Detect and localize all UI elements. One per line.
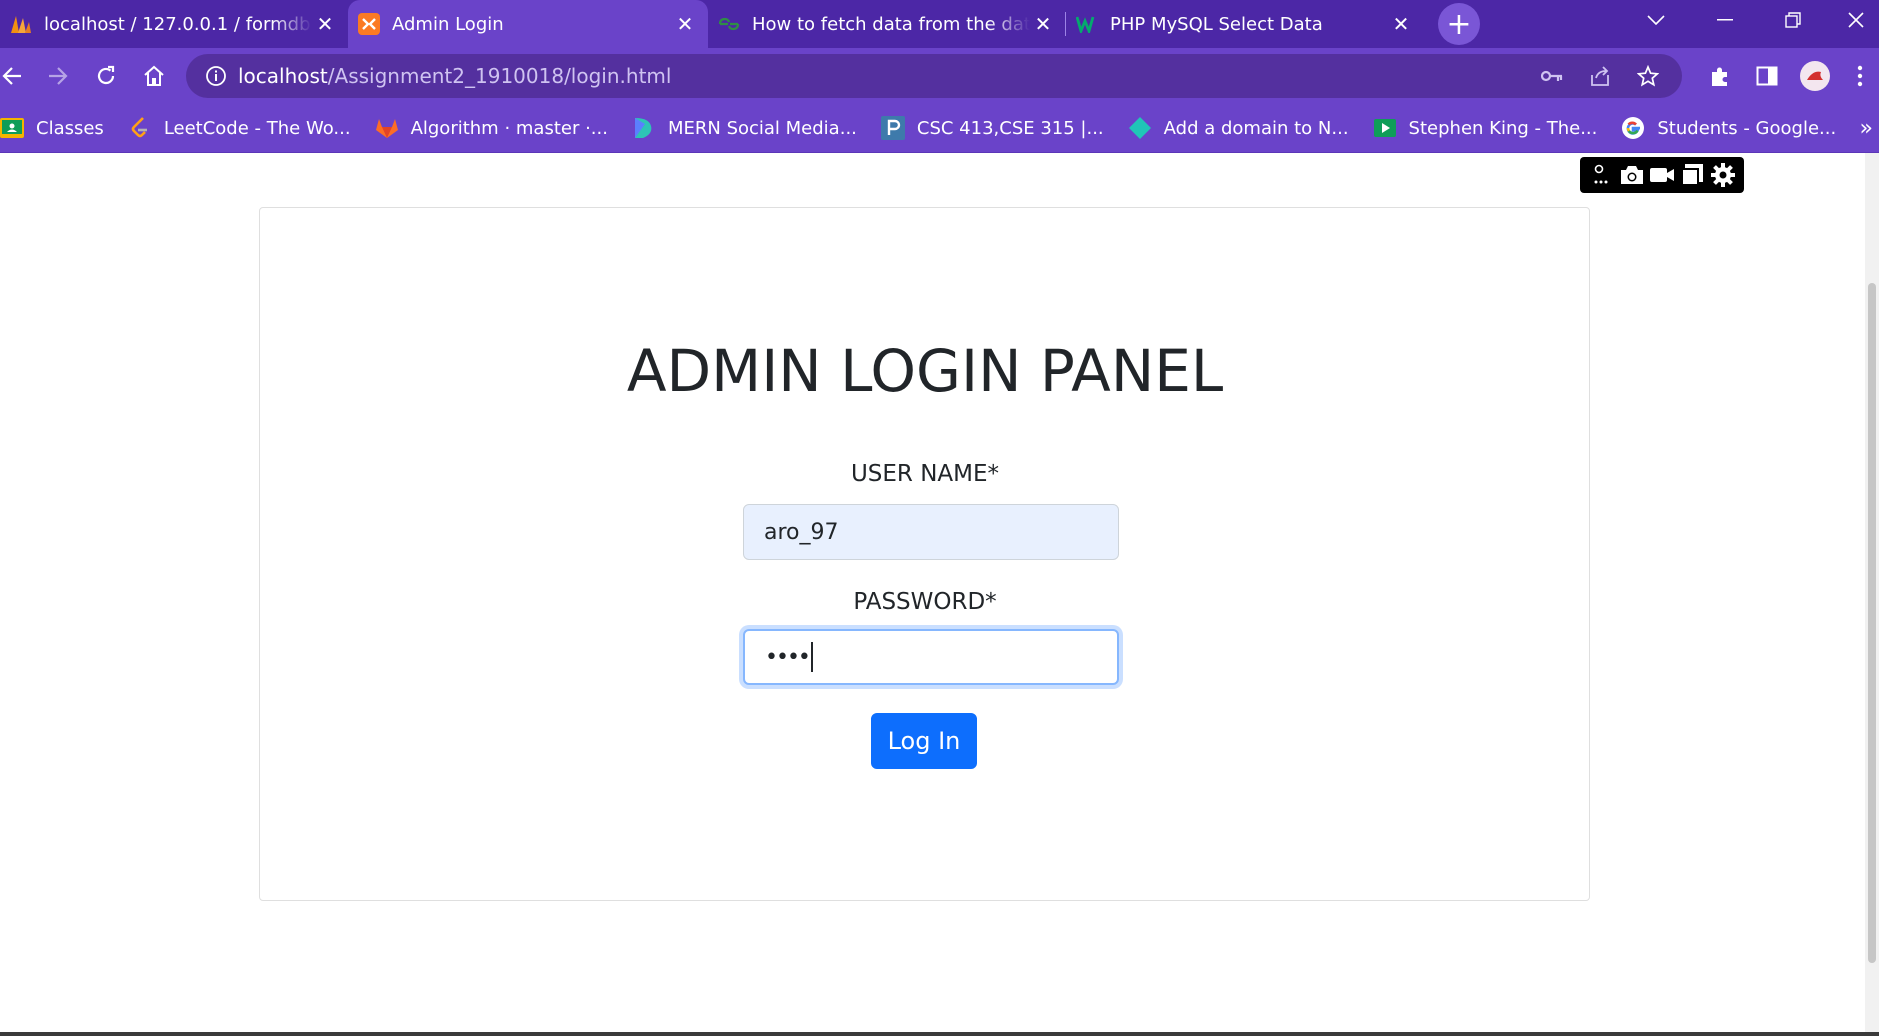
key-icon[interactable] (1528, 69, 1576, 83)
bookmark-netlify[interactable]: Add a domain to N... (1128, 116, 1349, 140)
username-input[interactable]: aro_97 (743, 504, 1119, 560)
scrollbar-thumb[interactable] (1868, 283, 1876, 963)
copy-icon[interactable] (1678, 161, 1706, 189)
browser-toolbar: localhost/Assignment2_1910018/login.html (0, 48, 1879, 104)
password-mask: •••• (765, 644, 811, 670)
gitlab-icon (375, 116, 399, 140)
bookmark-label: Stephen King - The... (1408, 117, 1598, 139)
bookmark-label: Add a domain to N... (1163, 117, 1349, 139)
w3schools-icon (1076, 13, 1098, 35)
google-classroom-icon (0, 116, 24, 140)
bookmark-mern[interactable]: MERN Social Media... (632, 116, 857, 140)
minimize-icon[interactable] (1697, 0, 1753, 40)
bookmark-label: Students - Google... (1657, 117, 1837, 139)
close-icon[interactable]: ✕ (672, 12, 698, 36)
tab-strip: localhost / 127.0.0.1 / formdb / c ✕ Adm… (0, 0, 1879, 48)
taskbar-edge (0, 1032, 1879, 1036)
close-icon[interactable]: ✕ (312, 12, 338, 36)
bookmark-csc413[interactable]: CSC 413,CSE 315 |... (880, 116, 1104, 140)
bookmarks-overflow-button[interactable]: » (1860, 116, 1873, 141)
site-info-icon[interactable] (194, 65, 238, 87)
new-tab-button[interactable]: + (1438, 3, 1480, 45)
login-button[interactable]: Log In (871, 713, 977, 769)
username-label: USER NAME* (850, 461, 1000, 487)
password-input[interactable]: •••• (743, 629, 1119, 685)
phpmyadmin-icon (10, 13, 32, 35)
tab-geeksforgeeks[interactable]: How to fetch data from the datal ✕ (708, 0, 1066, 48)
page-content: ADMIN LOGIN PANEL USER NAME* aro_97 PASS… (0, 153, 1879, 1036)
camera-icon[interactable] (1618, 161, 1646, 189)
tab-admin-login[interactable]: Admin Login ✕ (348, 0, 708, 48)
close-icon[interactable]: ✕ (1388, 12, 1414, 36)
xampp-icon (358, 13, 380, 35)
forward-icon[interactable] (34, 52, 82, 100)
url-path: /Assignment2_1910018/login.html (327, 64, 672, 88)
google-icon (1621, 116, 1645, 140)
bookmark-label: CSC 413,CSE 315 |... (916, 117, 1104, 139)
tab-search-chevron-icon[interactable] (1628, 0, 1684, 40)
tab-title: How to fetch data from the datal (752, 13, 1030, 35)
back-icon[interactable] (0, 52, 24, 100)
screen-recorder-toolbar (1580, 157, 1744, 193)
close-window-icon[interactable] (1833, 0, 1879, 40)
side-panel-icon[interactable] (1743, 52, 1791, 100)
cursor-icon[interactable] (1587, 161, 1615, 189)
bookmark-label: MERN Social Media... (667, 117, 857, 139)
page-scrollbar[interactable] (1865, 153, 1879, 1032)
menu-kebab-icon[interactable] (1840, 52, 1879, 100)
bookmark-stephen-king[interactable]: Stephen King - The... (1373, 116, 1598, 140)
bookmark-algorithm[interactable]: Algorithm · master ·... (375, 116, 608, 140)
tab-title: Admin Login (392, 13, 504, 35)
geeksforgeeks-icon (718, 13, 740, 35)
avatar[interactable] (1791, 52, 1839, 100)
netlify-icon (1128, 116, 1152, 140)
close-icon[interactable]: ✕ (1030, 12, 1056, 36)
extensions-icon[interactable] (1696, 52, 1744, 100)
tab-title: localhost / 127.0.0.1 / formdb / c (44, 13, 312, 35)
url-text: localhost/Assignment2_1910018/login.html (238, 64, 671, 88)
share-icon[interactable] (1576, 65, 1624, 87)
bookmark-label: LeetCode - The Wo... (163, 117, 351, 139)
username-value: aro_97 (764, 519, 839, 545)
reload-icon[interactable] (82, 52, 130, 100)
bookmark-students-google[interactable]: Students - Google... (1621, 116, 1836, 140)
youtube-play-icon (1373, 116, 1397, 140)
tab-w3schools[interactable]: PHP MySQL Select Data ✕ (1066, 0, 1424, 48)
video-camera-icon[interactable] (1648, 161, 1676, 189)
bookmark-classes[interactable]: Classes (0, 116, 104, 140)
home-icon[interactable] (130, 52, 178, 100)
password-label: PASSWORD* (853, 589, 997, 615)
bookmark-label: Classes (36, 117, 104, 139)
gear-icon[interactable] (1709, 161, 1737, 189)
address-bar[interactable]: localhost/Assignment2_1910018/login.html (186, 54, 1682, 98)
piazza-icon (880, 116, 905, 140)
page-title: ADMIN LOGIN PANEL (626, 337, 1224, 405)
bookmark-label: Algorithm · master ·... (410, 117, 608, 139)
bookmarks-bar: Classes LeetCode - The Wo... Algorithm ·… (0, 104, 1879, 153)
restore-icon[interactable] (1765, 0, 1821, 40)
bookmark-site-icon (632, 116, 656, 140)
bookmark-leetcode[interactable]: LeetCode - The Wo... (128, 116, 351, 140)
text-caret (810, 642, 813, 672)
leetcode-icon (128, 116, 152, 140)
tab-title: PHP MySQL Select Data (1110, 13, 1323, 35)
tab-phpmyadmin[interactable]: localhost / 127.0.0.1 / formdb / c ✕ (0, 0, 348, 48)
url-host: localhost (238, 64, 328, 88)
star-icon[interactable] (1624, 65, 1672, 87)
